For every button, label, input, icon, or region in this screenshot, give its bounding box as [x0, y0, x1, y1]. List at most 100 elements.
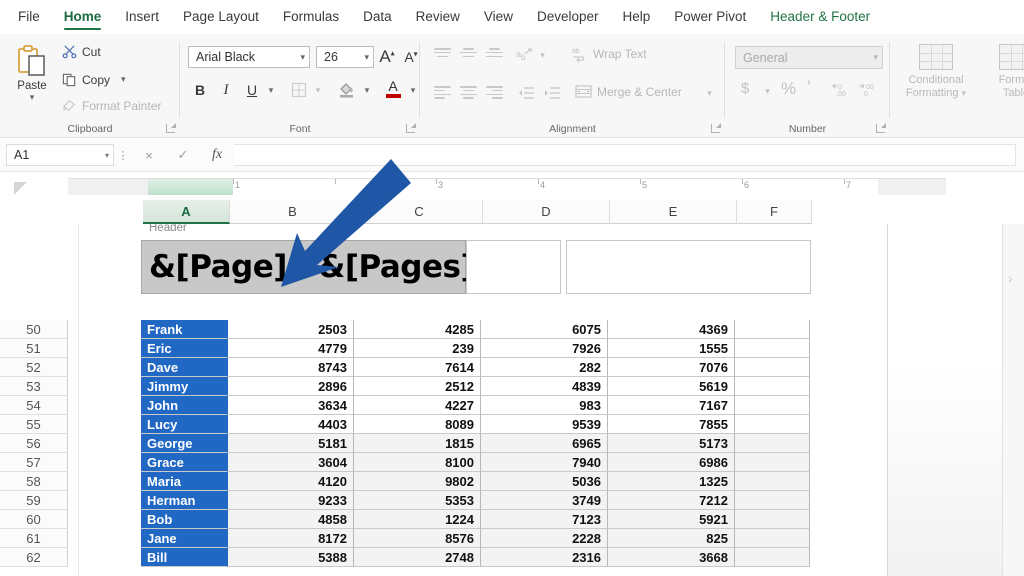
cell-b59[interactable]: 9233: [228, 491, 354, 510]
borders-button[interactable]: [288, 80, 310, 100]
insert-function-button[interactable]: fx: [200, 144, 234, 166]
cell-f52[interactable]: [735, 358, 810, 377]
cell-e61[interactable]: 825: [608, 529, 735, 548]
cell-a57[interactable]: Grace: [141, 453, 228, 472]
row-header-62[interactable]: 62: [0, 548, 68, 567]
cell-a53[interactable]: Jimmy: [141, 377, 228, 396]
underline-dropdown[interactable]: ▾: [264, 80, 278, 100]
right-scroll-panel[interactable]: ›: [1002, 224, 1024, 576]
copy-button[interactable]: Copy ▾: [62, 72, 126, 87]
conditional-formatting-chevron-down-icon[interactable]: ▾: [962, 88, 967, 98]
cell-a62[interactable]: Bill: [141, 548, 228, 567]
align-bottom-button[interactable]: [486, 48, 503, 62]
cell-d54[interactable]: 983: [481, 396, 608, 415]
cell-d53[interactable]: 4839: [481, 377, 608, 396]
tab-file[interactable]: File: [6, 3, 52, 31]
cell-c52[interactable]: 7614: [354, 358, 481, 377]
cell-b52[interactable]: 8743: [228, 358, 354, 377]
font-name-combobox[interactable]: Arial Black ▾: [188, 46, 310, 68]
tab-formulas[interactable]: Formulas: [271, 3, 351, 31]
confirm-entry-button[interactable]: ✓: [166, 144, 200, 166]
cell-c59[interactable]: 5353: [354, 491, 481, 510]
cell-a59[interactable]: Herman: [141, 491, 228, 510]
column-header-c[interactable]: C: [356, 200, 483, 224]
format-as-table-button[interactable]: Format Table: [977, 40, 1024, 100]
cell-c51[interactable]: 239: [354, 339, 481, 358]
row-header-57[interactable]: 57: [0, 453, 68, 472]
font-size-chevron-down-icon[interactable]: ▾: [364, 52, 369, 63]
align-left-button[interactable]: [434, 86, 451, 100]
cell-d57[interactable]: 7940: [481, 453, 608, 472]
header-right-box[interactable]: [566, 240, 811, 294]
align-right-button[interactable]: [486, 86, 503, 100]
percent-format-button[interactable]: %: [781, 79, 796, 99]
cell-d61[interactable]: 2228: [481, 529, 608, 548]
decrease-decimal-button[interactable]: 00 0: [857, 80, 879, 98]
tab-power-pivot[interactable]: Power Pivot: [662, 3, 758, 31]
paste-button[interactable]: Paste ▾: [8, 40, 56, 118]
cell-c50[interactable]: 4285: [354, 320, 481, 339]
column-header-f[interactable]: F: [737, 200, 812, 224]
formula-input[interactable]: [234, 144, 1016, 166]
horizontal-ruler[interactable]: 1 3 4 5 6 7: [68, 178, 946, 195]
table-row[interactable]: Lucy 4403 8089 9539 7855: [79, 415, 887, 434]
tab-header-footer[interactable]: Header & Footer: [758, 3, 882, 31]
table-row[interactable]: Herman 9233 5353 3749 7212: [79, 491, 887, 510]
accounting-dropdown[interactable]: ▾: [761, 82, 774, 100]
accounting-format-button[interactable]: $: [741, 80, 749, 97]
tab-developer[interactable]: Developer: [525, 3, 611, 31]
cell-c55[interactable]: 8089: [354, 415, 481, 434]
cell-f54[interactable]: [735, 396, 810, 415]
row-header-58[interactable]: 58: [0, 472, 68, 491]
cell-e54[interactable]: 7167: [608, 396, 735, 415]
cell-f57[interactable]: [735, 453, 810, 472]
tab-data[interactable]: Data: [351, 3, 404, 31]
orientation-button[interactable]: a b: [514, 46, 534, 64]
cancel-entry-button[interactable]: ×: [132, 144, 166, 166]
fill-color-button[interactable]: [335, 78, 359, 100]
cell-f58[interactable]: [735, 472, 810, 491]
underline-button[interactable]: U: [242, 80, 262, 100]
row-header-56[interactable]: 56: [0, 434, 68, 453]
font-dialog-launcher-icon[interactable]: [405, 123, 416, 134]
cell-a60[interactable]: Bob: [141, 510, 228, 529]
align-middle-button[interactable]: [460, 48, 477, 62]
row-header-60[interactable]: 60: [0, 510, 68, 529]
fill-color-dropdown[interactable]: ▾: [360, 80, 374, 100]
tab-help[interactable]: Help: [611, 3, 663, 31]
wrap-text-button[interactable]: ab Wrap Text: [572, 46, 647, 62]
decrease-indent-button[interactable]: [516, 84, 536, 102]
cell-a52[interactable]: Dave: [141, 358, 228, 377]
row-header-53[interactable]: 53: [0, 377, 68, 396]
cell-f50[interactable]: [735, 320, 810, 339]
cell-b55[interactable]: 4403: [228, 415, 354, 434]
table-row[interactable]: Frank 2503 4285 6075 4369: [79, 320, 887, 339]
cut-button[interactable]: Cut: [62, 44, 101, 59]
cell-c61[interactable]: 8576: [354, 529, 481, 548]
tab-page-layout[interactable]: Page Layout: [171, 3, 271, 31]
tab-review[interactable]: Review: [404, 3, 472, 31]
orientation-dropdown[interactable]: ▾: [536, 46, 549, 64]
borders-dropdown[interactable]: ▾: [311, 80, 325, 100]
comma-format-button[interactable]: ʼ: [807, 78, 811, 99]
cell-d59[interactable]: 3749: [481, 491, 608, 510]
cell-b57[interactable]: 3604: [228, 453, 354, 472]
cell-b54[interactable]: 3634: [228, 396, 354, 415]
increase-font-size-button[interactable]: A▴: [377, 46, 397, 68]
cell-e57[interactable]: 6986: [608, 453, 735, 472]
cell-e56[interactable]: 5173: [608, 434, 735, 453]
italic-button[interactable]: I: [216, 80, 236, 100]
table-row[interactable]: Bob 4858 1224 7123 5921: [79, 510, 887, 529]
cell-e59[interactable]: 7212: [608, 491, 735, 510]
number-dialog-launcher-icon[interactable]: [875, 123, 886, 134]
cell-c53[interactable]: 2512: [354, 377, 481, 396]
cell-a50[interactable]: Frank: [141, 320, 228, 339]
cell-e52[interactable]: 7076: [608, 358, 735, 377]
cell-c58[interactable]: 9802: [354, 472, 481, 491]
cell-a56[interactable]: George: [141, 434, 228, 453]
cell-c54[interactable]: 4227: [354, 396, 481, 415]
cell-b62[interactable]: 5388: [228, 548, 354, 567]
name-box[interactable]: A1 ▾: [6, 144, 114, 166]
table-row[interactable]: Dave 8743 7614 282 7076: [79, 358, 887, 377]
copy-chevron-down-icon[interactable]: ▾: [121, 74, 126, 85]
